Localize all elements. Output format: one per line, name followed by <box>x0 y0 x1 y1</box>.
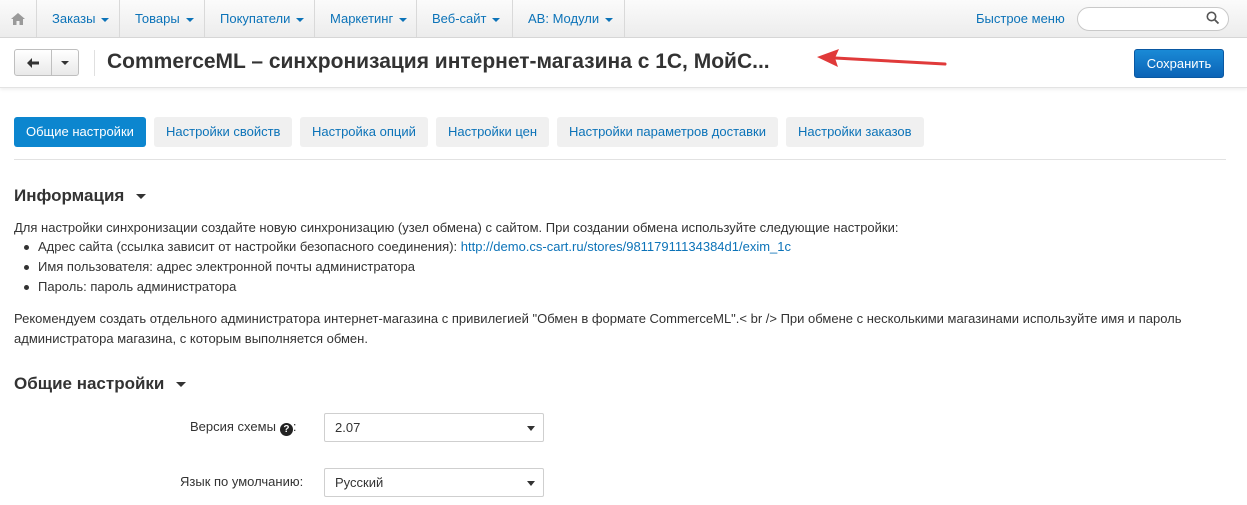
arrow-left-icon <box>27 57 39 68</box>
info-heading: Информация <box>14 186 125 205</box>
tab-order-settings[interactable]: Настройки заказов <box>786 117 924 147</box>
general-section-toggle[interactable]: Общие настройки <box>14 374 187 394</box>
default-language-select[interactable]: Русский <box>324 468 544 497</box>
page-header: CommerceML – синхронизация интернет-мага… <box>0 38 1247 88</box>
chevron-down-icon <box>176 382 187 388</box>
nav-customers[interactable]: Покупатели <box>205 0 315 37</box>
info-section-toggle[interactable]: Информация <box>14 186 147 206</box>
info-intro: Для настройки синхронизации создайте нов… <box>14 220 899 235</box>
nav-marketing[interactable]: Маркетинг <box>315 0 417 37</box>
tab-shipping-settings[interactable]: Настройки параметров доставки <box>557 117 778 147</box>
info-recommend-line1: Рекомендуем создать отдельного администр… <box>14 311 1182 326</box>
tabs-divider <box>14 159 1226 160</box>
exchange-url-link[interactable]: http://demo.cs-cart.ru/stores/9811791113… <box>461 239 791 254</box>
page-title: CommerceML – синхронизация интернет-мага… <box>107 50 770 73</box>
chevron-down-icon <box>185 17 194 22</box>
chevron-down-icon <box>605 17 614 22</box>
nav-orders[interactable]: Заказы <box>37 0 120 37</box>
default-language-label: Язык по умолчанию: <box>180 474 304 489</box>
back-dropdown-button[interactable] <box>52 50 78 75</box>
top-navbar: Заказы Товары Покупатели Маркетинг Веб-с… <box>0 0 1247 38</box>
chevron-down-icon <box>136 194 147 200</box>
save-button[interactable]: Сохранить <box>1134 49 1224 78</box>
schema-version-select[interactable]: 2.07 <box>324 413 544 442</box>
home-button[interactable] <box>0 0 37 37</box>
chevron-down-icon <box>296 17 305 22</box>
list-item: Пароль: пароль администратора <box>22 277 791 297</box>
list-item: Адрес сайта (ссылка зависит от настройки… <box>22 237 791 257</box>
tab-property-settings[interactable]: Настройки свойств <box>154 117 293 147</box>
tab-price-settings[interactable]: Настройки цен <box>436 117 550 147</box>
nav-website[interactable]: Веб-сайт <box>417 0 513 37</box>
home-icon <box>11 12 25 25</box>
annotation-arrow-icon <box>817 49 947 67</box>
info-list: Адрес сайта (ссылка зависит от настройки… <box>22 237 791 297</box>
schema-version-label: Версия схемы?: <box>190 419 297 436</box>
nav-products[interactable]: Товары <box>120 0 205 37</box>
chevron-down-icon <box>61 60 69 65</box>
list-item: Имя пользователя: адрес электронной почт… <box>22 257 791 277</box>
info-recommend-line2: администратора магазина, с которым выпол… <box>14 331 368 346</box>
header-divider <box>94 50 95 76</box>
nav-addons[interactable]: AB: Модули <box>513 0 625 37</box>
chevron-down-icon <box>527 481 535 486</box>
tab-general-settings[interactable]: Общие настройки <box>14 117 146 147</box>
chevron-down-icon <box>399 17 408 22</box>
chevron-down-icon <box>527 426 535 431</box>
search-input[interactable] <box>1077 7 1229 31</box>
back-button-group <box>14 49 79 76</box>
general-heading: Общие настройки <box>14 374 165 393</box>
back-button[interactable] <box>15 50 52 75</box>
quick-menu-link[interactable]: Быстрое меню <box>976 0 1065 37</box>
chevron-down-icon <box>101 17 110 22</box>
tab-option-settings[interactable]: Настройка опций <box>300 117 428 147</box>
help-icon[interactable]: ? <box>279 423 293 436</box>
chevron-down-icon <box>492 17 501 22</box>
search-icon <box>1206 11 1220 25</box>
